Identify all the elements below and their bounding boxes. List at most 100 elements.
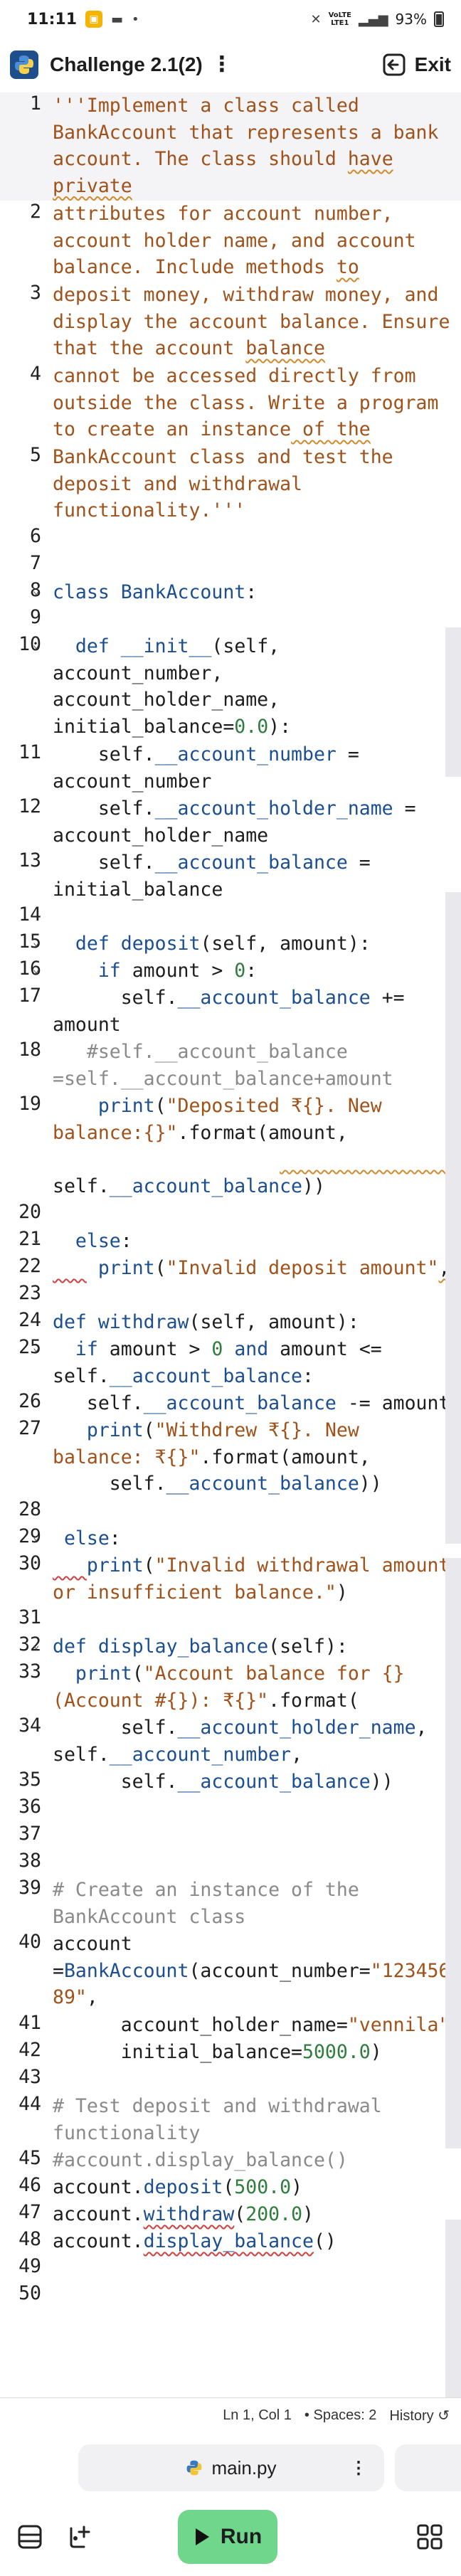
code-text: else: <box>75 1230 132 1252</box>
clock: 11:11 <box>27 10 78 28</box>
line-number: 33 <box>18 1660 41 1682</box>
line-number: 6 <box>30 525 41 547</box>
code-text: print("Account balance for {} (Account #… <box>53 1663 405 1712</box>
python-logo-icon <box>10 51 38 79</box>
line-number: 46 <box>18 2174 41 2196</box>
scrollbar-thumb[interactable] <box>445 1558 461 2148</box>
code-text: initial_balance=5000.0) <box>53 2041 382 2063</box>
line-number: 13 <box>18 849 41 871</box>
code-text: account.deposit(500.0) <box>53 2176 303 2198</box>
file-tab-main[interactable]: main.py ⋮ <box>78 2444 384 2491</box>
dot-icon: • <box>132 11 139 27</box>
line-number: 39 <box>18 1877 41 1899</box>
line-number: 34 <box>18 1714 41 1737</box>
line-number: 48 <box>18 2228 41 2250</box>
network-label: VoLTE LTE1 <box>328 11 352 27</box>
layers-icon[interactable] <box>16 2523 44 2551</box>
code-text: account =BankAccount(account_number="123… <box>53 1933 461 2008</box>
add-package-icon[interactable] <box>65 2523 94 2551</box>
code-text: self.__account_number = account_number <box>53 743 359 793</box>
scrollbar-thumb[interactable] <box>445 1017 461 1544</box>
code-text: self.__account_balance += amount <box>53 987 405 1036</box>
line-number: 19 <box>18 1093 41 1115</box>
line-number: 22 <box>18 1255 41 1277</box>
line-number: 20 <box>18 1201 41 1223</box>
cursor-position[interactable]: Ln 1, Col 1 <box>223 2407 292 2424</box>
code-text: account.display_balance() <box>53 2230 337 2252</box>
battery-percent: 93% <box>395 11 427 28</box>
mute-icon: ✕ <box>310 11 322 27</box>
battery-icon <box>434 11 444 27</box>
file-tab-secondary[interactable] <box>395 2444 461 2491</box>
fold-toggle-icon[interactable]: ⌄ <box>33 935 40 948</box>
run-label: Run <box>220 2525 263 2548</box>
line-number: 28 <box>18 1498 41 1520</box>
code-text: self.__account_holder_name, self.__accou… <box>53 1717 428 1766</box>
line-number: 23 <box>18 1282 41 1304</box>
code-text: def __init__(self, account_number, accou… <box>53 635 292 738</box>
play-icon <box>195 2528 209 2545</box>
fold-toggle-icon[interactable]: ⌄ <box>33 1530 40 1543</box>
code-text: print("Withdrew ₹{}. New balance: ₹{}".f… <box>53 1419 382 1495</box>
line-number: 30 <box>18 1552 41 1574</box>
code-text: if amount > 0 and amount <= self.__accou… <box>53 1338 382 1387</box>
fold-toggle-icon[interactable]: ⌄ <box>33 1638 40 1651</box>
more-vertical-icon[interactable]: ⋮ <box>350 2458 367 2479</box>
line-number: 40 <box>18 1931 41 1953</box>
code-text: if amount > 0: <box>97 960 258 982</box>
fold-toggle-icon[interactable]: ⌄ <box>33 637 40 651</box>
line-number: 42 <box>18 2039 41 2061</box>
status-bar: 11:11 ▣ ▬ • ✕ VoLTE LTE1 ▂▄▆ 93% <box>0 0 461 38</box>
code-text: account.withdraw(200.0) <box>53 2203 314 2225</box>
line-number: 41 <box>18 2012 41 2034</box>
code-text: BankAccount class and test the deposit a… <box>53 446 393 521</box>
code-text: '''Implement a class called BankAccount … <box>53 95 439 197</box>
code-text: def deposit(self, amount): <box>75 933 371 955</box>
bottom-toolbar: Run <box>0 2504 461 2576</box>
fold-toggle-icon[interactable]: ⌄ <box>33 583 40 597</box>
line-number: 4 <box>30 363 41 385</box>
exit-button[interactable]: Exit <box>382 53 451 77</box>
code-text: #account.display_balance() <box>53 2149 348 2171</box>
scrollbar-thumb[interactable] <box>445 2220 461 2397</box>
code-editor[interactable]: 1 2 3 4 5 6 7 8 9 10 11 12 13 14 15 16 1… <box>0 92 461 2397</box>
code-text: print("Deposited ₹{}. New balance:{}".fo… <box>53 1095 382 1197</box>
code-text: print("Invalid deposit amount",) <box>97 1257 461 1279</box>
line-number: 17 <box>18 985 41 1007</box>
code-text: self.__account_balance -= amount <box>53 1392 450 1414</box>
more-vertical-icon[interactable]: ⋮ <box>211 54 233 75</box>
line-number: 5 <box>30 444 41 466</box>
line-number: 36 <box>18 1796 41 1818</box>
fold-toggle-icon[interactable]: ⌄ <box>33 962 40 975</box>
fold-toggle-icon[interactable]: ⌄ <box>33 1232 40 1246</box>
line-number: 9 <box>30 606 41 628</box>
line-number: 1 <box>30 92 41 115</box>
code-text: #self.__account_balance =self.__account_… <box>53 1041 393 1090</box>
file-tab-label: main.py <box>211 2456 277 2479</box>
scrollbar-thumb[interactable] <box>445 892 461 1027</box>
code-text: attributes for account number, account h… <box>53 203 416 278</box>
code-text: print("Invalid withdrawal amount or insu… <box>53 1554 450 1604</box>
fold-toggle-icon[interactable]: ⌄ <box>33 1340 40 1354</box>
exit-icon <box>383 53 406 76</box>
run-button[interactable]: Run <box>178 2510 277 2564</box>
history-button[interactable]: History ↺ <box>389 2407 450 2424</box>
code-text: # Create an instance of the BankAccount … <box>53 1879 359 1928</box>
line-number: 47 <box>18 2201 41 2223</box>
code-text: def withdraw(self, amount): <box>53 1311 359 1333</box>
line-number: 31 <box>18 1606 41 1628</box>
indent-setting[interactable]: • Spaces: 2 <box>304 2407 377 2424</box>
app-header: Challenge 2.1(2) ⋮ Exit <box>0 38 461 91</box>
line-number: 38 <box>18 1850 41 1872</box>
grid-icon[interactable] <box>415 2523 444 2551</box>
editor-status-bar: Ln 1, Col 1 • Spaces: 2 History ↺ <box>0 2397 461 2433</box>
scrollbar-thumb[interactable] <box>445 627 461 777</box>
line-number: 7 <box>30 552 41 574</box>
line-number: 44 <box>18 2093 41 2115</box>
notification-icon: ▣ <box>85 11 103 28</box>
line-number: 45 <box>18 2147 41 2169</box>
line-number: 24 <box>18 1309 41 1331</box>
project-title: Challenge 2.1(2) <box>50 53 203 75</box>
code-text: else: <box>63 1527 121 1549</box>
line-number: 43 <box>18 2066 41 2088</box>
